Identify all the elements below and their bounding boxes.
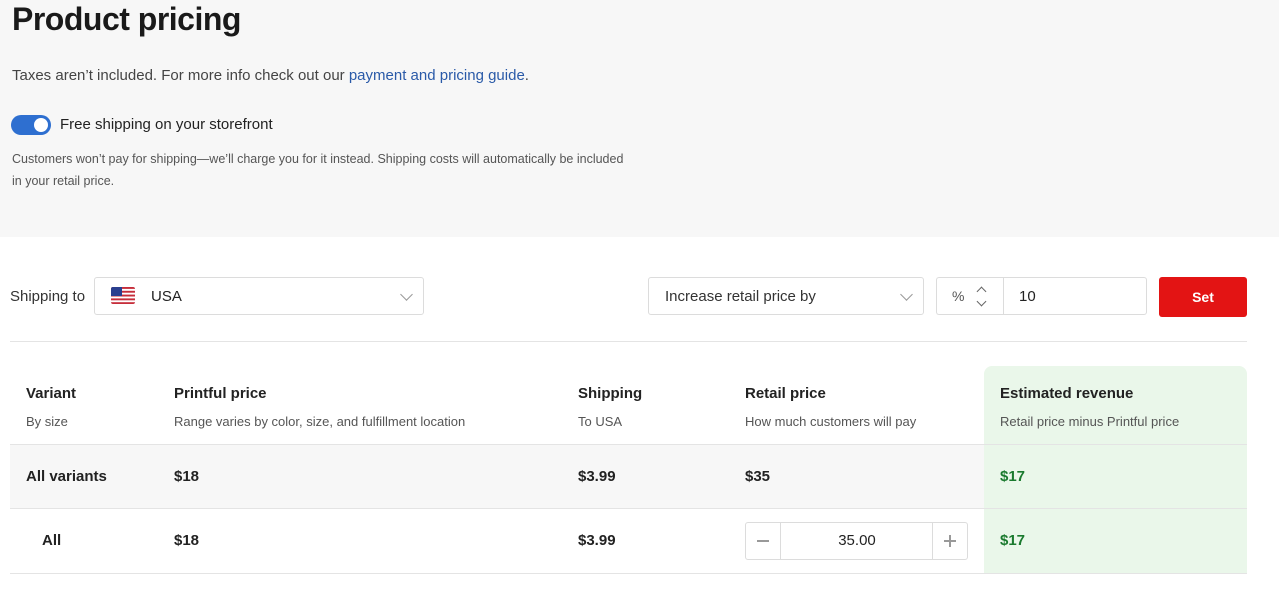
retail-price-input[interactable]: 35.00 [781,523,933,559]
header-retail-price: Retail price [745,385,826,402]
taxes-note-text: Taxes aren’t included. For more info che… [12,67,349,84]
header-printful-price: Printful price [174,385,267,402]
free-shipping-label: Free shipping on your storefront [60,116,273,133]
row-revenue: $17 [1000,532,1026,549]
toggle-knob [34,118,48,132]
price-mode-value: Increase retail price by [665,288,816,305]
chevron-down-icon [900,288,913,301]
row-retail-price: $35 [745,468,771,485]
header-shipping: Shipping [578,385,643,402]
us-flag-icon [111,287,135,304]
free-shipping-note: Customers won’t pay for shipping—we’ll c… [12,152,624,188]
retail-price-stepper: 35.00 [745,522,968,560]
chevron-up-icon[interactable] [976,286,987,297]
set-button[interactable]: Set [1159,277,1247,317]
header-variant-sub: By size [26,414,68,429]
free-shipping-toggle[interactable] [11,115,51,135]
row-printful-price: $18 [174,532,200,549]
chevron-down-icon [400,288,413,301]
taxes-note: Taxes aren’t included. For more info che… [12,67,529,84]
pricing-guide-link[interactable]: payment and pricing guide [349,67,525,84]
country-value: USA [151,288,182,305]
row-shade [10,445,984,508]
price-mode-select[interactable]: Increase retail price by [648,277,924,315]
taxes-note-end: . [524,67,529,84]
chevron-down-icon[interactable] [976,296,987,307]
header-variant: Variant [26,385,77,402]
header-estimated-revenue-sub: Retail price minus Printful price [1000,414,1180,429]
increase-price-button[interactable] [932,523,967,559]
header-retail-price-sub: How much customers will pay [745,414,917,429]
table-divider [10,444,1247,445]
amount-input[interactable] [1003,277,1147,315]
row-shipping: $3.99 [578,468,616,485]
decrease-price-button[interactable] [746,523,781,559]
divider [10,341,1247,342]
table-divider [10,508,1247,509]
unit-select[interactable]: % [936,277,1004,315]
header-estimated-revenue: Estimated revenue [1000,385,1134,402]
percent-unit: % [952,288,965,304]
row-revenue: $17 [1000,468,1026,485]
row-shipping: $3.99 [578,532,616,549]
pricing-info-section: Product pricing Taxes aren’t included. F… [0,0,1279,237]
country-select[interactable]: USA [94,277,424,315]
row-variant: All variants [26,468,107,485]
header-printful-price-sub: Range varies by color, size, and fulfill… [174,414,466,429]
row-printful-price: $18 [174,468,200,485]
header-shipping-sub: To USA [578,414,623,429]
page-title: Product pricing [12,1,241,37]
row-variant: All [42,532,62,549]
table-divider [10,573,1247,574]
shipping-to-label: Shipping to [10,288,86,305]
